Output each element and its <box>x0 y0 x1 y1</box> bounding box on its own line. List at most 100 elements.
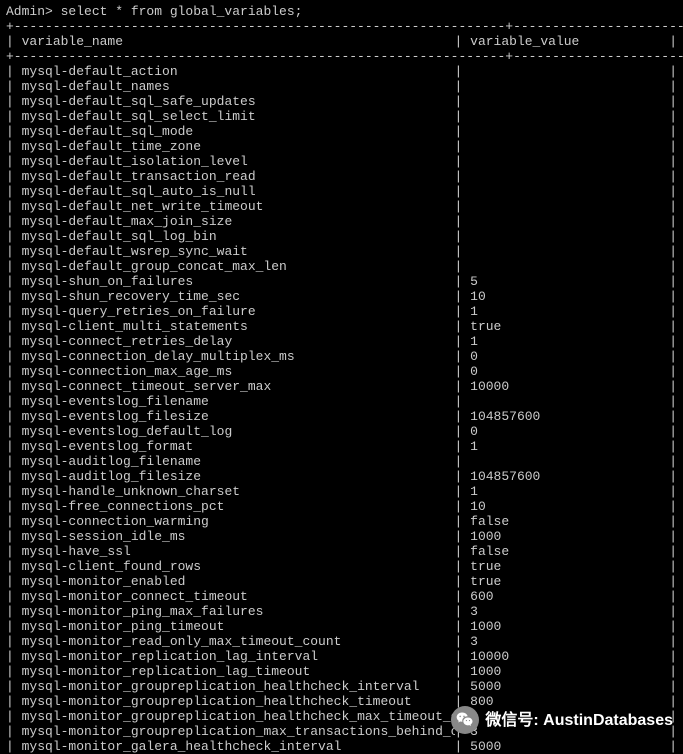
cell-variable-value: 1000 <box>470 619 669 634</box>
cell-variable-value: 1 <box>470 484 669 499</box>
cell-variable-name: mysql-auditlog_filename <box>22 454 455 469</box>
cell-variable-name: mysql-default_sql_select_limit <box>22 109 455 124</box>
table-row: | mysql-default_net_write_timeout | | <box>6 199 677 214</box>
cell-variable-value: 1 <box>470 439 669 454</box>
cell-variable-value: 10 <box>470 289 669 304</box>
cell-variable-name: mysql-monitor_groupreplication_healthche… <box>22 679 455 694</box>
cell-variable-name: mysql-default_net_write_timeout <box>22 199 455 214</box>
cell-variable-value: true <box>470 559 669 574</box>
cell-variable-name: mysql-monitor_enabled <box>22 574 455 589</box>
cell-variable-value: 104857600 <box>470 469 669 484</box>
table-row: | mysql-query_retries_on_failure | 1 | <box>6 304 677 319</box>
table-row: | mysql-client_multi_statements | true | <box>6 319 677 334</box>
table-row: | mysql-default_group_concat_max_len | | <box>6 259 677 274</box>
cell-variable-name: mysql-connection_max_age_ms <box>22 364 455 379</box>
table-row: | mysql-monitor_connect_timeout | 600 | <box>6 589 677 604</box>
cell-variable-value <box>470 184 669 199</box>
cell-variable-value <box>470 79 669 94</box>
wechat-icon <box>451 706 479 734</box>
cell-variable-name: mysql-handle_unknown_charset <box>22 484 455 499</box>
cell-variable-value <box>470 109 669 124</box>
table-row: | mysql-default_sql_auto_is_null | | <box>6 184 677 199</box>
cell-variable-value: 10000 <box>470 649 669 664</box>
cell-variable-name: mysql-query_retries_on_failure <box>22 304 455 319</box>
table-row: | mysql-connection_delay_multiplex_ms | … <box>6 349 677 364</box>
cell-variable-value: 10 <box>470 499 669 514</box>
cell-variable-name: mysql-eventslog_format <box>22 439 455 454</box>
cell-variable-name: mysql-connection_delay_multiplex_ms <box>22 349 455 364</box>
table-row: | mysql-shun_on_failures | 5 | <box>6 274 677 289</box>
cell-variable-value <box>470 454 669 469</box>
cell-variable-name: mysql-client_multi_statements <box>22 319 455 334</box>
table-row: | mysql-connection_warming | false | <box>6 514 677 529</box>
cell-variable-name: mysql-eventslog_default_log <box>22 424 455 439</box>
table-row: | mysql-default_max_join_size | | <box>6 214 677 229</box>
cell-variable-name: mysql-monitor_groupreplication_healthche… <box>22 709 455 724</box>
cell-variable-name: mysql-default_max_join_size <box>22 214 455 229</box>
table-row: | mysql-default_transaction_read | | <box>6 169 677 184</box>
cell-variable-name: mysql-client_found_rows <box>22 559 455 574</box>
table-row: | mysql-default_names | | <box>6 79 677 94</box>
cell-variable-name: mysql-monitor_groupreplication_max_trans… <box>22 724 455 739</box>
cell-variable-name: mysql-monitor_groupreplication_healthche… <box>22 694 455 709</box>
cell-variable-value <box>470 124 669 139</box>
cell-variable-value: 1 <box>470 334 669 349</box>
cell-variable-name: mysql-monitor_read_only_max_timeout_coun… <box>22 634 455 649</box>
cell-variable-name: mysql-default_sql_log_bin <box>22 229 455 244</box>
cell-variable-value: 1000 <box>470 529 669 544</box>
table-row: | mysql-shun_recovery_time_sec | 10 | <box>6 289 677 304</box>
cell-variable-value: true <box>470 574 669 589</box>
cell-variable-name: mysql-eventslog_filename <box>22 394 455 409</box>
cell-variable-name: mysql-connection_warming <box>22 514 455 529</box>
table-row: | mysql-monitor_enabled | true | <box>6 574 677 589</box>
cell-variable-name: mysql-monitor_ping_timeout <box>22 619 455 634</box>
cell-variable-name: mysql-session_idle_ms <box>22 529 455 544</box>
table-row: | mysql-auditlog_filesize | 104857600 | <box>6 469 677 484</box>
cell-variable-value <box>470 154 669 169</box>
table-row: | mysql-monitor_ping_timeout | 1000 | <box>6 619 677 634</box>
table-row: | mysql-auditlog_filename | | <box>6 454 677 469</box>
cell-variable-name: mysql-auditlog_filesize <box>22 469 455 484</box>
table-row: | mysql-default_sql_log_bin | | <box>6 229 677 244</box>
cell-variable-name: mysql-eventslog_filesize <box>22 409 455 424</box>
cell-variable-value <box>470 64 669 79</box>
cell-variable-value: 600 <box>470 589 669 604</box>
cell-variable-value <box>470 229 669 244</box>
cell-variable-name: mysql-default_isolation_level <box>22 154 455 169</box>
table-row: | mysql-have_ssl | false | <box>6 544 677 559</box>
cell-variable-value <box>470 94 669 109</box>
cell-variable-value <box>470 199 669 214</box>
cell-variable-value: false <box>470 514 669 529</box>
cell-variable-value: 0 <box>470 424 669 439</box>
cell-variable-name: mysql-have_ssl <box>22 544 455 559</box>
table-row: | mysql-handle_unknown_charset | 1 | <box>6 484 677 499</box>
cell-variable-name: mysql-monitor_replication_lag_timeout <box>22 664 455 679</box>
table-row: | mysql-default_sql_safe_updates | | <box>6 94 677 109</box>
cell-variable-value: 1 <box>470 304 669 319</box>
table-row: | mysql-session_idle_ms | 1000 | <box>6 529 677 544</box>
cell-variable-name: mysql-shun_recovery_time_sec <box>22 289 455 304</box>
cell-variable-name: mysql-monitor_replication_lag_interval <box>22 649 455 664</box>
table-row: | mysql-connection_max_age_ms | 0 | <box>6 364 677 379</box>
table-row: | mysql-default_action | | <box>6 64 677 79</box>
cell-variable-name: mysql-default_transaction_read <box>22 169 455 184</box>
table-row: | mysql-free_connections_pct | 10 | <box>6 499 677 514</box>
cell-variable-name: mysql-shun_on_failures <box>22 274 455 289</box>
cell-variable-name: mysql-connect_retries_delay <box>22 334 455 349</box>
column-header-value: variable_value <box>470 34 669 49</box>
table-row: | mysql-monitor_ping_max_failures | 3 | <box>6 604 677 619</box>
table-row: | mysql-default_time_zone | | <box>6 139 677 154</box>
cell-variable-value <box>470 169 669 184</box>
cell-variable-value: 1000 <box>470 664 669 679</box>
cell-variable-name: mysql-monitor_connect_timeout <box>22 589 455 604</box>
table-row: | mysql-eventslog_default_log | 0 | <box>6 424 677 439</box>
table-row: | mysql-monitor_replication_lag_interval… <box>6 649 677 664</box>
table-row: | mysql-default_sql_select_limit | | <box>6 109 677 124</box>
table-row: | mysql-connect_retries_delay | 1 | <box>6 334 677 349</box>
table-row: | mysql-monitor_groupreplication_healthc… <box>6 679 677 694</box>
column-header-name: variable_name <box>22 34 455 49</box>
cell-variable-name: mysql-free_connections_pct <box>22 499 455 514</box>
cell-variable-name: mysql-default_action <box>22 64 455 79</box>
table-separator-mid: +---------------------------------------… <box>6 49 677 64</box>
cell-variable-name: mysql-default_names <box>22 79 455 94</box>
